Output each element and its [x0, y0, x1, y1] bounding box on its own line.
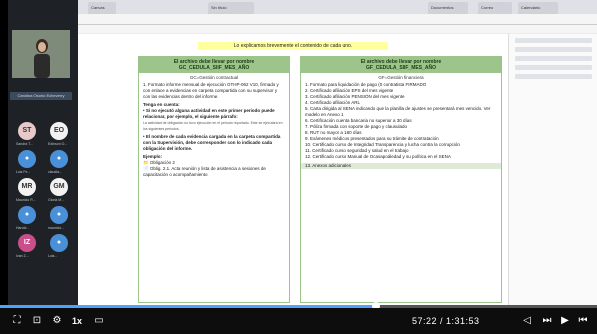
participant-name: mauricio...: [48, 226, 65, 230]
gf-subtitle: GF=Gestión financiera: [378, 75, 424, 80]
gc-column: El archivo debe llevar por nombre GC_CED…: [138, 56, 290, 303]
browser-tab[interactable]: Correo: [478, 2, 512, 14]
side-panel-line: [515, 56, 592, 61]
gf-item: 13. Anexos adicionales: [301, 163, 501, 169]
side-panel-line: [515, 38, 592, 43]
side-panel-line: [515, 74, 592, 79]
participant-name: Mauricio R...: [16, 198, 36, 202]
host-video: [12, 30, 70, 78]
participant-avatar[interactable]: IZ: [18, 234, 36, 252]
browser-tab[interactable]: Sin título: [208, 2, 254, 14]
video-controls-bar: [0, 308, 597, 334]
participant-avatar[interactable]: ●: [18, 206, 36, 224]
browser-tab[interactable]: Documentos: [428, 2, 468, 14]
participant-avatar[interactable]: ●: [50, 206, 68, 224]
participant-avatar[interactable]: GM: [50, 178, 68, 196]
participant-name: claudia...: [48, 170, 63, 174]
address-bar[interactable]: [8, 14, 597, 25]
gc-item: • El nombre de cada evidencia cargada en…: [143, 134, 281, 151]
playback-speed-button[interactable]: 1x: [70, 314, 84, 328]
person-icon: ●: [24, 211, 30, 218]
participant-name: Sandra T...: [16, 142, 33, 146]
gf-column: El archivo debe llevar por nombre GF_CED…: [300, 56, 502, 303]
person-icon: ●: [24, 155, 30, 162]
settings-icon[interactable]: ⚙: [50, 314, 64, 328]
bookmarks-bar: [8, 25, 597, 33]
gf-column-header: El archivo debe llevar por nombre GF_CED…: [301, 57, 501, 73]
video-time: 57:22 / 1:31:53: [412, 316, 480, 326]
person-icon: ●: [56, 211, 62, 218]
side-panel-line: [515, 47, 592, 52]
browser-tab-bar: Canvas Sin título Documentos Correo Cale…: [8, 0, 597, 14]
gc-item: La actividad de obligación no tuvo ejecu…: [143, 121, 283, 131]
person-icon: ●: [56, 155, 62, 162]
captions-icon[interactable]: ▭: [92, 314, 106, 328]
browser-tab[interactable]: Calendario: [518, 2, 558, 14]
participant-name: Gloria M...: [48, 198, 65, 202]
shared-screen: Canvas Sin título Documentos Correo Cale…: [8, 0, 597, 305]
gf-header-line2: GF_CEDULA_SIIF_MES_AÑO: [365, 65, 436, 71]
fullscreen-icon[interactable]: ⛶: [10, 314, 24, 328]
document-side-panel: [508, 34, 597, 305]
participant-name: Harold...: [16, 226, 30, 230]
gc-column-header: El archivo debe llevar por nombre GC_CED…: [139, 57, 289, 73]
participant-name: Luis Fe...: [16, 170, 31, 174]
participant-avatar[interactable]: ●: [50, 150, 68, 168]
browser-tab[interactable]: Canvas: [88, 2, 116, 14]
host-person-icon: [34, 39, 50, 78]
gc-item: 📄 Oblig. 2.1. Acta reunión y lista de as…: [143, 166, 266, 177]
host-name-label: Carolina Osorio Echeverry: [10, 92, 72, 100]
document-banner: Lo explicamos brevemente el contenido de…: [198, 42, 388, 50]
document-page: Lo explicamos brevemente el contenido de…: [78, 34, 508, 305]
volume-icon[interactable]: ◁: [520, 314, 534, 328]
skip-next-icon[interactable]: ⏭: [540, 314, 554, 328]
gc-item: • Si no ejecutó alguna actividad en este…: [143, 108, 275, 119]
participant-name: Edinson O...: [48, 142, 68, 146]
participant-avatar[interactable]: ●: [18, 150, 36, 168]
side-panel-line: [515, 65, 592, 70]
participant-avatar[interactable]: ●: [50, 234, 68, 252]
gc-subtitle: GC=Gestión contractual: [189, 75, 239, 80]
miniplayer-icon[interactable]: ⊡: [30, 314, 44, 328]
person-icon: ●: [56, 239, 62, 246]
participant-avatar[interactable]: ST: [18, 122, 36, 140]
participants-panel: Carolina Osorio Echeverry ST Sandra T...…: [8, 0, 78, 305]
gc-item: 1. Formato informe mensual de ejecución …: [143, 82, 279, 99]
play-icon[interactable]: ▶: [558, 314, 572, 328]
participant-name: Luis...: [48, 254, 58, 258]
gc-header-line2: GC_CEDULA_SIIF_MES_AÑO: [178, 65, 250, 71]
participant-name: Ivan Z...: [16, 254, 29, 258]
participant-avatar[interactable]: MR: [18, 178, 36, 196]
skip-previous-icon[interactable]: ⏮: [576, 314, 590, 328]
gf-item: 12. Certificado curso Manual de Ocasapoá…: [305, 154, 451, 159]
participant-avatar[interactable]: EO: [50, 122, 68, 140]
gf-item: 5. Carta dirigida al SENA indicando que …: [305, 106, 491, 117]
